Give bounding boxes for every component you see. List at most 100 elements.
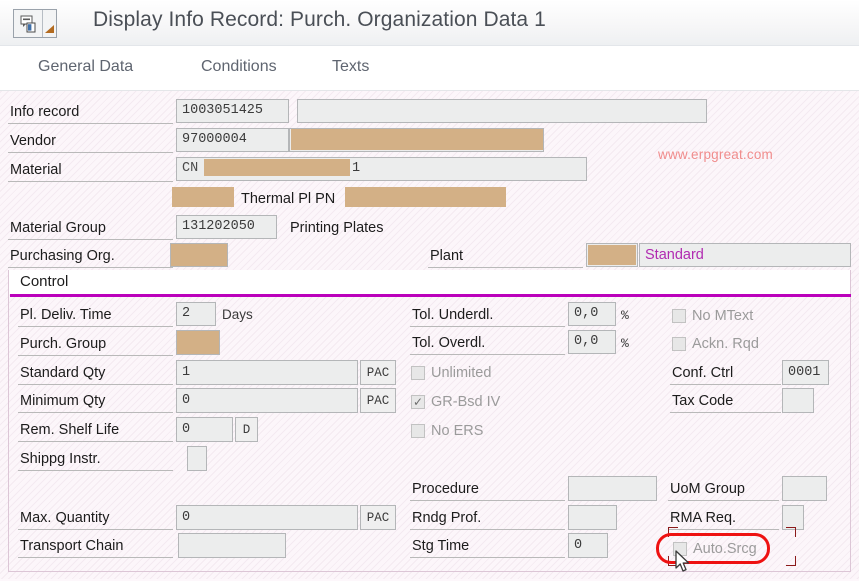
- tab-general-data[interactable]: General Data: [38, 58, 133, 76]
- minimum-qty-uom: PAC: [360, 388, 396, 413]
- plant-description-field[interactable]: Standard: [639, 243, 851, 267]
- tab-strip: General Data Conditions Texts: [0, 46, 859, 91]
- checkbox-box[interactable]: [672, 309, 686, 323]
- label-transport-chain: Transport Chain: [20, 538, 124, 554]
- checkbox-auto-srcg[interactable]: Auto.Srcg: [673, 541, 757, 557]
- label-underline: [18, 326, 173, 327]
- label-tax-code: Tax Code: [672, 393, 734, 409]
- watermark: www.erpgreat.com: [658, 147, 773, 162]
- tol-overdl-field[interactable]: 0,0: [568, 330, 616, 354]
- checkbox-label: Auto.Srcg: [693, 541, 757, 557]
- focus-frame-corner: [786, 527, 796, 537]
- control-section-title: Control: [20, 273, 69, 290]
- label-underline: [410, 529, 565, 530]
- max-quantity-field[interactable]: 0: [176, 505, 358, 530]
- uom-group-field[interactable]: [782, 476, 827, 501]
- checkbox-gr-bsd-iv[interactable]: ✓ GR-Bsd IV: [411, 394, 500, 410]
- checkbox-unlimited[interactable]: Unlimited: [411, 365, 491, 381]
- label-tol-underdl: Tol. Underdl.: [412, 307, 494, 323]
- sap-menu-icon: [14, 10, 44, 37]
- label-underline: [8, 239, 173, 240]
- label-underline: [410, 557, 565, 558]
- tol-underdl-unit: %: [621, 308, 629, 323]
- checkbox-box[interactable]: [673, 542, 687, 556]
- label-rem-shelf-life: Rem. Shelf Life: [20, 422, 120, 438]
- label-rma-req: RMA Req.: [670, 510, 737, 526]
- stg-time-field[interactable]: 0: [568, 533, 608, 558]
- label-underline: [18, 529, 173, 530]
- checkbox-ackn-rqd[interactable]: Ackn. Rqd: [672, 336, 759, 352]
- material-group-field[interactable]: 131202050: [176, 215, 277, 239]
- label-underline: [670, 384, 781, 385]
- label-underline: [8, 267, 173, 268]
- label-underline: [668, 500, 779, 501]
- label-underline: [8, 181, 173, 182]
- checkbox-label: No MText: [692, 308, 754, 324]
- standard-qty-uom: PAC: [360, 360, 396, 385]
- material-value-suffix: 1: [352, 161, 361, 176]
- label-purch-group: Purch. Group: [20, 336, 107, 352]
- checkbox-box[interactable]: ✓: [411, 395, 425, 409]
- label-shippg-instr: Shippg Instr.: [20, 451, 101, 467]
- material-value-prefix: CN: [182, 161, 199, 177]
- focus-frame-corner: [786, 556, 796, 566]
- checkbox-box[interactable]: [672, 337, 686, 351]
- redaction-bar: [177, 331, 219, 354]
- vendor-field[interactable]: 97000004: [176, 128, 289, 152]
- minimum-qty-field[interactable]: 0: [176, 388, 358, 413]
- label-underline: [18, 441, 173, 442]
- tab-texts[interactable]: Texts: [332, 58, 369, 76]
- title-bar: Display Info Record: Purch. Organization…: [0, 0, 859, 46]
- dropdown-arrow-icon[interactable]: [43, 10, 56, 37]
- focus-frame-corner: [668, 527, 678, 537]
- transport-chain-field[interactable]: [178, 533, 286, 558]
- label-underline: [670, 412, 781, 413]
- label-standard-qty: Standard Qty: [20, 365, 106, 381]
- sap-menu-button[interactable]: [13, 9, 57, 38]
- label-info-record: Info record: [10, 104, 80, 120]
- pl-deliv-time-unit: Days: [222, 307, 253, 322]
- standard-qty-field[interactable]: 1: [176, 360, 358, 385]
- label-material-group: Material Group: [10, 220, 106, 236]
- label-underline: [668, 529, 779, 530]
- shippg-instr-field[interactable]: [187, 446, 207, 471]
- rem-shelf-life-field[interactable]: 0: [176, 417, 233, 442]
- label-underline: [8, 152, 173, 153]
- checkbox-label: No ERS: [431, 423, 484, 439]
- tab-conditions[interactable]: Conditions: [201, 58, 277, 76]
- tol-overdl-unit: %: [621, 336, 629, 351]
- checkbox-box[interactable]: [411, 366, 425, 380]
- checkbox-no-ers[interactable]: No ERS: [411, 423, 483, 439]
- info-record-field[interactable]: 1003051425: [176, 99, 289, 123]
- tol-underdl-field[interactable]: 0,0: [568, 302, 616, 326]
- label-underline: [18, 412, 173, 413]
- redaction-bar: [204, 159, 350, 176]
- procedure-field[interactable]: [568, 476, 657, 501]
- tax-code-field[interactable]: [782, 388, 814, 413]
- control-section-rule: [10, 294, 851, 297]
- label-purchasing-org: Purchasing Org.: [10, 248, 115, 264]
- label-max-quantity: Max. Quantity: [20, 510, 110, 526]
- conf-ctrl-field[interactable]: 0001: [782, 360, 829, 385]
- label-uom-group: UoM Group: [670, 481, 745, 497]
- label-plant: Plant: [430, 248, 464, 264]
- label-tol-overdl: Tol. Overdl.: [412, 335, 486, 351]
- rndg-prof-field[interactable]: [568, 505, 617, 530]
- label-underline: [18, 557, 173, 558]
- checkbox-no-mtext[interactable]: No MText: [672, 308, 753, 324]
- label-pl-deliv-time: Pl. Deliv. Time: [20, 307, 112, 323]
- info-record-description-field[interactable]: [297, 99, 707, 123]
- label-minimum-qty: Minimum Qty: [20, 393, 106, 409]
- label-underline: [410, 354, 565, 355]
- focus-frame-corner: [668, 556, 678, 566]
- checkbox-box[interactable]: [411, 424, 425, 438]
- label-underline: [18, 470, 173, 471]
- pl-deliv-time-field[interactable]: 2: [176, 302, 216, 326]
- checkbox-label: GR-Bsd IV: [431, 394, 501, 410]
- max-quantity-uom: PAC: [360, 505, 396, 530]
- redaction-bar: [171, 244, 227, 266]
- checkbox-label: Unlimited: [431, 365, 492, 381]
- label-underline: [18, 355, 173, 356]
- label-material: Material: [10, 162, 62, 178]
- label-vendor: Vendor: [10, 133, 56, 149]
